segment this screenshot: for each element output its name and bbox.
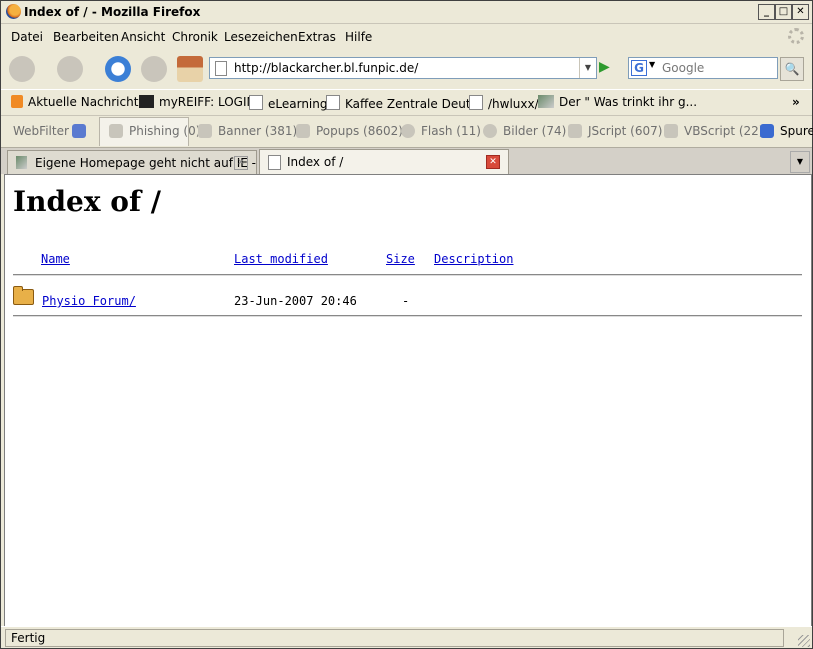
tab-eigene-homepage[interactable]: Eigene Homepage geht nicht auf IE - ... … <box>7 150 271 174</box>
url-text[interactable]: http://blackarcher.bl.funpic.de/ <box>234 61 418 75</box>
navigation-toolbar: http://blackarcher.bl.funpic.de/ ▼ ▶ G ▼… <box>1 49 812 87</box>
page-icon <box>326 95 340 110</box>
rss-feed-icon <box>11 95 23 108</box>
page-icon <box>469 95 483 110</box>
column-header-name[interactable]: Name <box>41 252 70 266</box>
column-header-description[interactable]: Description <box>434 252 513 266</box>
bookmark-aktuelle-nachrichten[interactable]: Aktuelle Nachrichten <box>11 95 153 109</box>
tab-label: Index of / <box>287 155 344 169</box>
menu-hilfe[interactable]: Hilfe <box>345 30 372 44</box>
reload-button[interactable] <box>105 56 131 82</box>
bookmark-myreiff[interactable]: myREIFF: LOGIN <box>139 95 256 109</box>
filter-spuren[interactable]: Spure <box>760 124 813 138</box>
close-button[interactable]: ✕ <box>792 4 809 20</box>
myreiff-icon <box>139 95 154 108</box>
search-icon[interactable]: 🔍 <box>780 57 804 81</box>
url-dropdown-icon[interactable]: ▼ <box>579 58 596 78</box>
tab-close-icon[interactable]: ✕ <box>486 155 500 169</box>
folder-icon[interactable] <box>13 286 34 305</box>
search-box[interactable]: G ▼ Google <box>628 57 778 79</box>
bookmark-hwluxx[interactable]: /hwluxx/ <box>469 95 539 111</box>
menu-lesezeichen[interactable]: Lesezeichen <box>224 30 298 44</box>
webfilter-toggle-icon[interactable] <box>72 124 86 138</box>
tab-close-icon[interactable]: ✕ <box>234 156 248 170</box>
window-title: Index of / - Mozilla Firefox <box>24 5 201 19</box>
menu-bearbeiten[interactable]: Bearbeiten <box>53 30 119 44</box>
status-text: Fertig <box>5 629 784 647</box>
filter-banner[interactable]: Banner (381) <box>198 124 297 138</box>
status-bar: Fertig <box>1 626 812 649</box>
menu-extras[interactable]: Extras <box>298 30 336 44</box>
column-header-last-modified[interactable]: Last modified <box>234 252 328 266</box>
filter-flash[interactable]: Flash (11) <box>401 124 481 138</box>
bookmarks-toolbar: Aktuelle Nachrichten myREIFF: LOGIN eLea… <box>1 89 812 114</box>
filter-bilder[interactable]: Bilder (74) <box>483 124 566 138</box>
row-size: - <box>402 294 410 308</box>
google-engine-icon[interactable]: G <box>631 60 647 76</box>
filter-popups[interactable]: Popups (8602) <box>296 124 403 138</box>
menu-chronik[interactable]: Chronik <box>172 30 218 44</box>
page-icon <box>215 61 227 76</box>
popup-icon <box>296 124 310 138</box>
all-tabs-button[interactable]: ▼ <box>790 151 810 173</box>
throbber-icon <box>788 28 804 44</box>
shield-icon <box>109 124 123 138</box>
bookmark-elearning[interactable]: eLearning <box>249 95 327 111</box>
menu-bar: Datei Bearbeiten Ansicht Chronik Lesezei… <box>1 25 812 47</box>
page-icon <box>249 95 263 110</box>
banner-icon <box>198 124 212 138</box>
page-icon <box>268 155 281 170</box>
bookmarks-more-button[interactable]: » <box>792 95 800 109</box>
engine-dropdown-icon[interactable]: ▼ <box>649 60 655 69</box>
maximize-button[interactable]: □ <box>775 4 792 20</box>
row-last-modified: 23-Jun-2007 20:46 <box>234 294 357 308</box>
divider <box>13 274 802 276</box>
filter-icon <box>72 124 86 138</box>
search-placeholder[interactable]: Google <box>662 61 704 75</box>
divider <box>13 315 802 317</box>
notepad-icon <box>760 124 774 138</box>
filter-vbscript[interactable]: VBScript (22) <box>664 124 763 138</box>
page-content: Index of / Name Last modified Size Descr… <box>4 174 812 627</box>
webfilter-toolbar: WebFilter Phishing (0) Banner (381) Popu… <box>1 115 813 146</box>
filter-phishing[interactable]: Phishing (0) <box>109 124 200 138</box>
browser-window: Index of / - Mozilla Firefox _ □ ✕ Datei… <box>0 0 813 649</box>
column-header-size[interactable]: Size <box>386 252 415 266</box>
row-name-link[interactable]: Physio Forum/ <box>42 294 136 308</box>
forum-icon <box>538 95 554 108</box>
home-button[interactable] <box>177 56 203 82</box>
webfilter-label[interactable]: WebFilter <box>13 124 69 138</box>
script-icon <box>664 124 678 138</box>
title-bar: Index of / - Mozilla Firefox _ □ ✕ <box>1 1 812 24</box>
flash-icon <box>401 124 415 138</box>
bookmark-kaffee-zentrale[interactable]: Kaffee Zentrale Deut... <box>326 95 482 111</box>
page-heading: Index of / <box>13 185 161 218</box>
minimize-button[interactable]: _ <box>758 4 775 20</box>
back-button[interactable] <box>9 56 35 82</box>
tab-bar: Eigene Homepage geht nicht auf IE - ... … <box>1 147 812 175</box>
menu-datei[interactable]: Datei <box>11 30 43 44</box>
stop-button[interactable] <box>141 56 167 82</box>
menu-ansicht[interactable]: Ansicht <box>121 30 165 44</box>
url-bar[interactable]: http://blackarcher.bl.funpic.de/ ▼ <box>209 57 597 79</box>
image-icon <box>483 124 497 138</box>
firefox-icon <box>6 4 21 19</box>
forward-button[interactable] <box>57 56 83 82</box>
forum-icon <box>16 156 27 169</box>
resize-grip-icon[interactable] <box>798 635 810 647</box>
go-button[interactable]: ▶ <box>599 59 619 77</box>
bookmark-der-was-trinkt[interactable]: Der " Was trinkt ihr g... <box>538 95 697 109</box>
tab-index-of[interactable]: Index of / ✕ <box>259 149 509 175</box>
filter-jscript[interactable]: JScript (607) <box>568 124 662 138</box>
script-icon <box>568 124 582 138</box>
